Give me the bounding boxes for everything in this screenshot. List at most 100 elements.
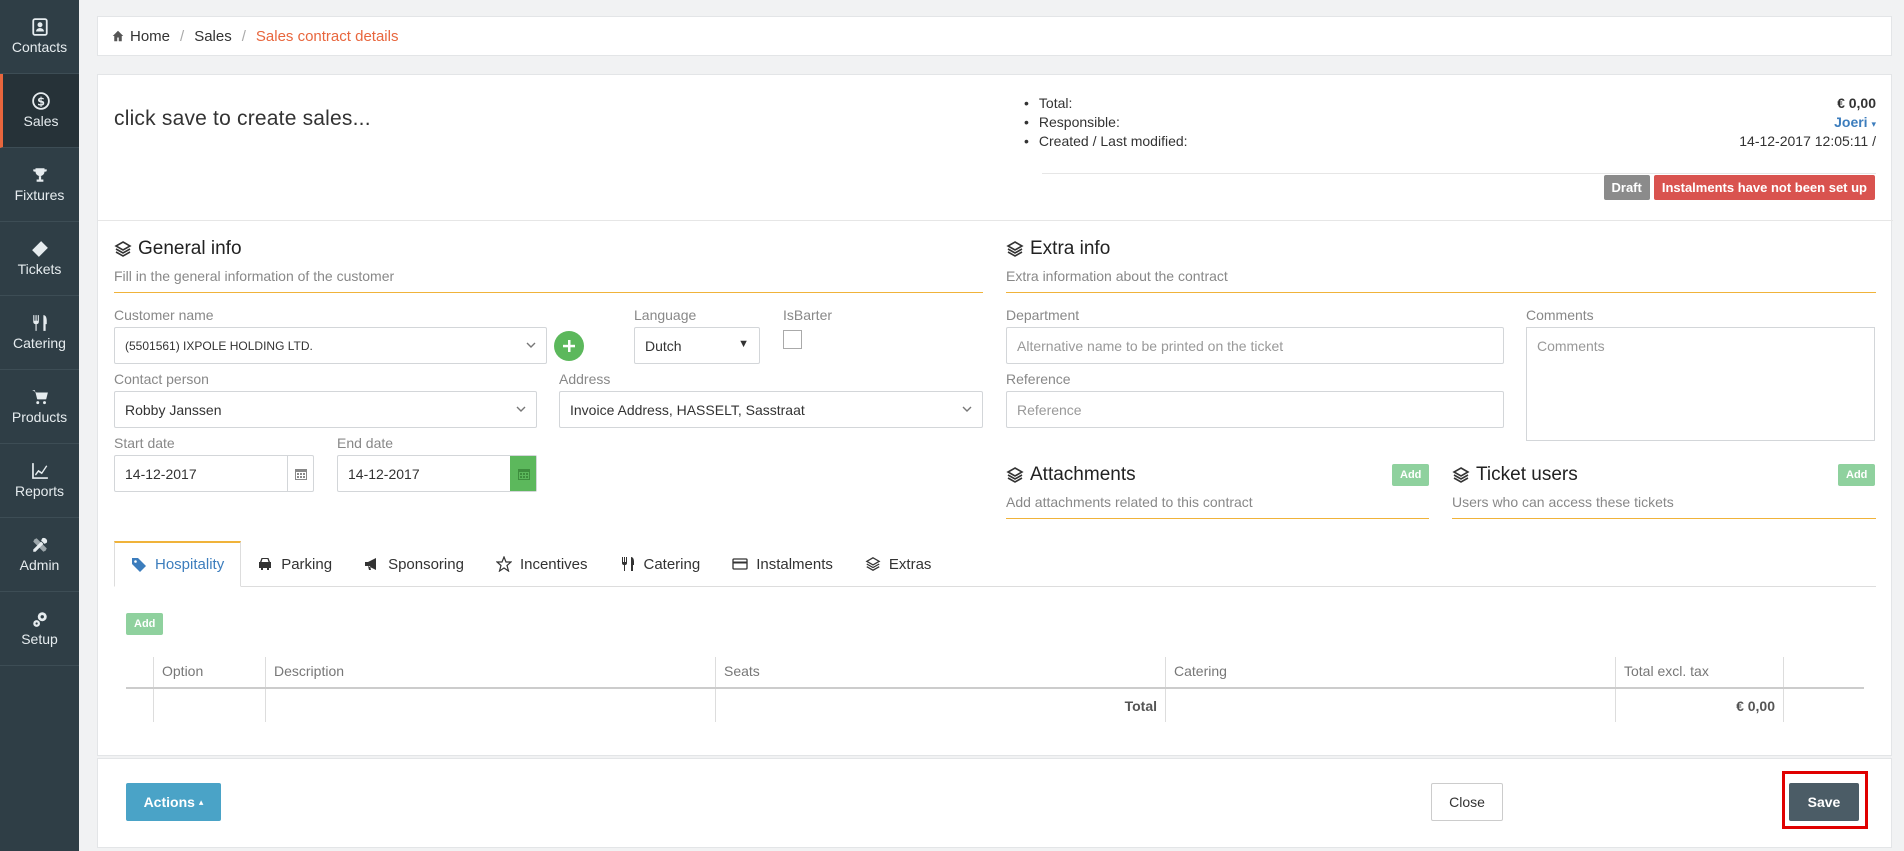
table-cell <box>266 689 716 722</box>
sidebar-item-admin[interactable]: Admin <box>0 518 79 592</box>
footer-bar: Actions ▴ Close Save <box>97 758 1892 848</box>
sidebar-item-contacts[interactable]: Contacts <box>0 0 79 74</box>
customer-name-select[interactable]: (5501561) IXPOLE HOLDING LTD. <box>114 327 547 364</box>
main-content: Home / Sales / Sales contract details cl… <box>79 0 1904 851</box>
tab-instalments[interactable]: Instalments <box>716 541 849 587</box>
tab-label: Sponsoring <box>388 555 464 573</box>
sidebar-item-label: Sales <box>23 113 59 129</box>
tab-extras[interactable]: Extras <box>849 541 948 587</box>
language-value: Dutch <box>645 337 682 354</box>
credit-card-icon <box>732 558 748 570</box>
status-badge-draft: Draft <box>1603 175 1650 200</box>
isbarter-checkbox[interactable] <box>783 330 802 349</box>
page-title: click save to create sales... <box>114 107 371 130</box>
tab-label: Parking <box>281 555 333 573</box>
contact-person-label: Contact person <box>114 371 209 387</box>
svg-text:$: $ <box>37 96 45 109</box>
chevron-down-icon <box>962 406 972 412</box>
chart-icon <box>31 463 48 479</box>
breadcrumb: Home / Sales / Sales contract details <box>97 16 1892 56</box>
tag-icon <box>132 557 146 572</box>
total-label: Total <box>716 689 1166 722</box>
calendar-icon <box>294 468 307 480</box>
start-date-input[interactable]: 14-12-2017 <box>114 455 314 492</box>
layers-icon <box>114 241 132 257</box>
gears-icon <box>32 612 47 627</box>
tab-parking[interactable]: Parking <box>241 541 348 587</box>
actions-button[interactable]: Actions ▴ <box>126 783 221 821</box>
responsible-dropdown[interactable]: Joeri ▾ <box>1834 114 1876 130</box>
table-total-row: Total € 0,00 <box>126 689 1864 722</box>
add-ticket-user-button[interactable]: Add <box>1838 464 1876 486</box>
breadcrumb-separator: / <box>241 27 246 45</box>
end-date-calendar-button[interactable] <box>510 456 536 491</box>
breadcrumb-sales[interactable]: Sales <box>194 28 232 45</box>
sidebar-item-setup[interactable]: Setup <box>0 592 79 666</box>
save-button[interactable]: Save <box>1789 783 1859 821</box>
created-value: 14-12-2017 12:05:11 / <box>1739 132 1876 149</box>
general-info-heading: General info <box>114 238 242 260</box>
tab-incentives[interactable]: Incentives <box>480 541 604 587</box>
tab-hospitality[interactable]: Hospitality <box>114 541 242 587</box>
layers-icon <box>865 557 881 571</box>
home-icon <box>112 30 124 42</box>
sidebar-item-fixtures[interactable]: Fixtures <box>0 148 79 222</box>
address-select[interactable]: Invoice Address, HASSELT, Sasstraat <box>559 391 983 428</box>
extra-info-subtitle: Extra information about the contract <box>1006 268 1876 293</box>
reference-placeholder: Reference <box>1017 401 1082 418</box>
created-label: Created / Last modified: <box>1024 133 1188 149</box>
status-badge-instalments: Instalments have not been set up <box>1653 175 1875 200</box>
plus-icon <box>563 340 575 352</box>
contact-person-select[interactable]: Robby Janssen <box>114 391 537 428</box>
add-hospitality-button[interactable]: Add <box>126 613 164 635</box>
total-value: € 0,00 <box>1616 689 1784 722</box>
general-info-subtitle: Fill in the general information of the c… <box>114 268 983 293</box>
sidebar-item-reports[interactable]: Reports <box>0 444 79 518</box>
attachments-title: Attachments <box>1030 464 1136 485</box>
comments-textarea[interactable]: Comments <box>1526 327 1875 441</box>
sidebar-item-products[interactable]: Products <box>0 370 79 444</box>
add-customer-button[interactable] <box>554 331 584 361</box>
sidebar-item-catering[interactable]: Catering <box>0 296 79 370</box>
breadcrumb-current: Sales contract details <box>255 27 399 45</box>
sidebar-item-label: Reports <box>14 483 65 499</box>
tab-sponsoring[interactable]: Sponsoring <box>348 541 480 587</box>
table-header-cell[interactable]: Description <box>266 657 716 687</box>
start-date-calendar-button[interactable] <box>287 456 313 491</box>
table-cell <box>126 689 154 722</box>
status-badges: Draft Instalments have not been set up <box>1603 175 1875 200</box>
reference-input[interactable]: Reference <box>1006 391 1504 428</box>
table-cell <box>1784 689 1864 722</box>
cutlery-icon <box>32 315 47 331</box>
reference-label: Reference <box>1006 371 1071 387</box>
general-info-title: General info <box>138 238 242 259</box>
summary-total: Total: € 0,00 <box>1024 93 1876 112</box>
layers-icon <box>1006 241 1024 257</box>
breadcrumb-home[interactable]: Home <box>130 28 170 45</box>
trophy-icon <box>32 168 47 182</box>
table-cell <box>154 689 266 722</box>
department-input[interactable]: Alternative name to be printed on the ti… <box>1006 327 1504 364</box>
sidebar: Contacts $ Sales Fixtures Tickets Cateri… <box>0 0 79 851</box>
contacts-icon <box>31 18 48 36</box>
dollar-icon: $ <box>32 92 50 110</box>
end-date-input[interactable]: 14-12-2017 <box>337 455 537 492</box>
table-header-cell[interactable]: Catering <box>1166 657 1616 687</box>
table-header-cell[interactable]: Option <box>154 657 266 687</box>
tab-catering[interactable]: Catering <box>604 541 717 587</box>
table-header-cell[interactable]: Total excl. tax <box>1616 657 1784 687</box>
add-attachment-button[interactable]: Add <box>1392 464 1430 486</box>
language-select[interactable]: Dutch ▼ <box>634 327 760 364</box>
calendar-icon <box>517 468 530 480</box>
ticket-users-subtitle: Users who can access these tickets <box>1452 494 1876 519</box>
sidebar-item-tickets[interactable]: Tickets <box>0 222 79 296</box>
cart-icon <box>31 390 48 405</box>
customer-name-label: Customer name <box>114 307 214 323</box>
sidebar-item-sales[interactable]: $ Sales <box>0 74 79 148</box>
tab-label: Incentives <box>519 555 588 573</box>
end-date-label: End date <box>337 435 394 451</box>
close-button[interactable]: Close <box>1431 783 1503 821</box>
table-header-cell[interactable]: Seats <box>716 657 1166 687</box>
extra-info-heading: Extra info <box>1006 238 1110 260</box>
tools-icon <box>32 537 47 552</box>
